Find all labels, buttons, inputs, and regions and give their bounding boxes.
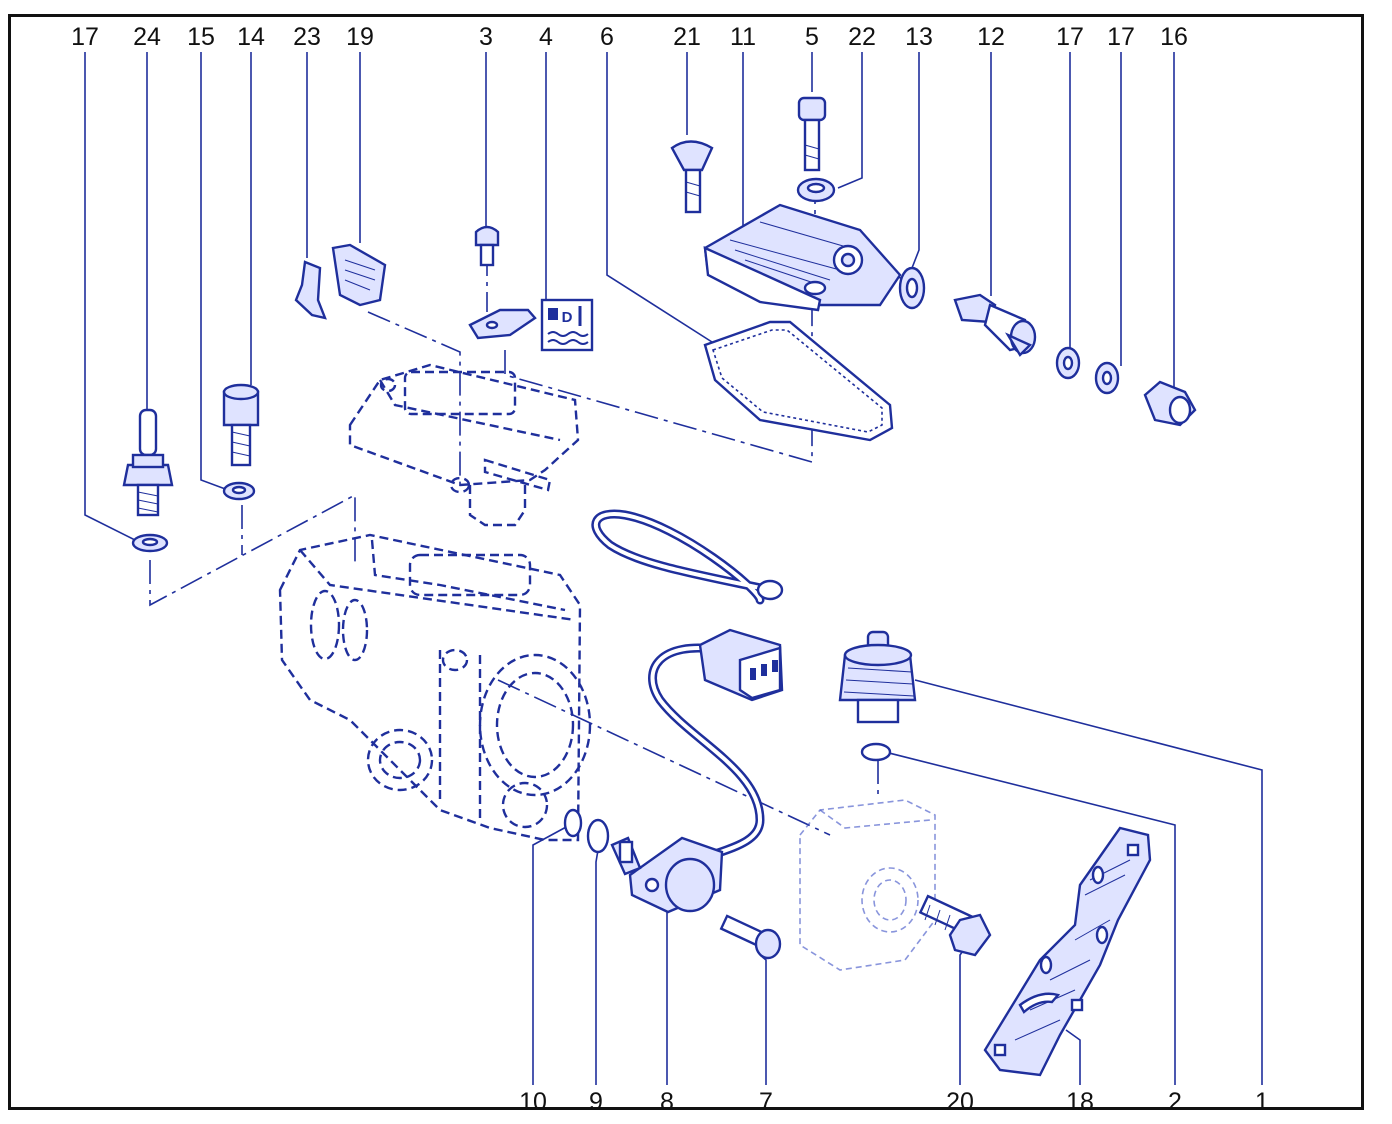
part-23-bracket [294,260,327,320]
callout-20: 20 [946,1088,974,1116]
leader-lines-top [84,52,1175,541]
part-19-spring-clip [331,243,387,307]
part-12-sensor [953,293,1037,357]
part-4-clamp [468,308,537,340]
part-15-washer [222,481,256,501]
callout-5: 5 [805,23,819,51]
top-callouts: 17 24 15 14 23 19 3 4 6 21 11 5 22 13 12… [71,23,1188,51]
part-7-screw [719,914,782,960]
callout-8: 8 [660,1088,674,1116]
part-17-washer-left [131,533,169,553]
callout-21: 21 [673,23,701,51]
callout-15: 15 [187,23,215,51]
callout-17b: 17 [1056,23,1084,51]
callout-6: 6 [600,23,614,51]
callout-1: 1 [1255,1088,1269,1116]
callout-10: 10 [519,1088,547,1116]
callout-3: 3 [479,23,493,51]
part-14-banjo-union [222,383,260,467]
callout-17a: 17 [71,23,99,51]
part-17-washer-right-b [1094,361,1120,395]
part-5-bolt [797,96,827,172]
callout-18: 18 [1066,1088,1094,1116]
part-1-solenoid-valve [838,630,917,724]
callout-14: 14 [237,23,265,51]
exploded-parts-diagram: 17 24 15 14 23 19 3 4 6 21 11 5 22 13 12… [71,23,1269,1116]
callout-23: 23 [293,23,321,51]
callout-2: 2 [1168,1088,1182,1116]
top-cover-ghost [348,363,580,527]
part-11-cover [703,203,902,312]
callout-24: 24 [133,23,161,51]
callout-11: 11 [730,23,756,51]
callout-7: 7 [759,1088,773,1116]
part-9-o-ring [586,818,610,854]
coolant-temperature-icon: D [540,298,594,352]
svg-text:D: D [562,309,573,326]
part-18-mounting-plate [983,826,1152,1077]
part-10-o-ring [563,808,583,838]
part-17-washer-right-a [1055,346,1081,380]
callout-19: 19 [346,23,374,51]
part-24-temperature-sender [122,408,174,517]
callout-9: 9 [589,1088,603,1116]
part-2-o-ring [860,742,892,762]
part-8-stop-solenoid-cable [591,509,784,914]
part-13-seal-washer [898,266,926,310]
part-16-blanking-cap [1143,380,1197,427]
pump-body-ghost [278,533,592,842]
part-3-screw [474,225,500,267]
actuator-housing-ghost [799,799,936,971]
callout-13: 13 [905,23,933,51]
bottom-callouts: 10 9 8 7 20 18 2 1 [519,1088,1269,1116]
callout-4: 4 [539,23,553,51]
part-6-gasket [703,320,894,442]
part-21-bleed-screw [670,140,714,214]
part-22-washer [796,177,836,203]
callout-17c: 17 [1107,23,1135,51]
callout-16: 16 [1160,23,1188,51]
callout-12: 12 [977,23,1005,51]
callout-22: 22 [848,23,876,51]
